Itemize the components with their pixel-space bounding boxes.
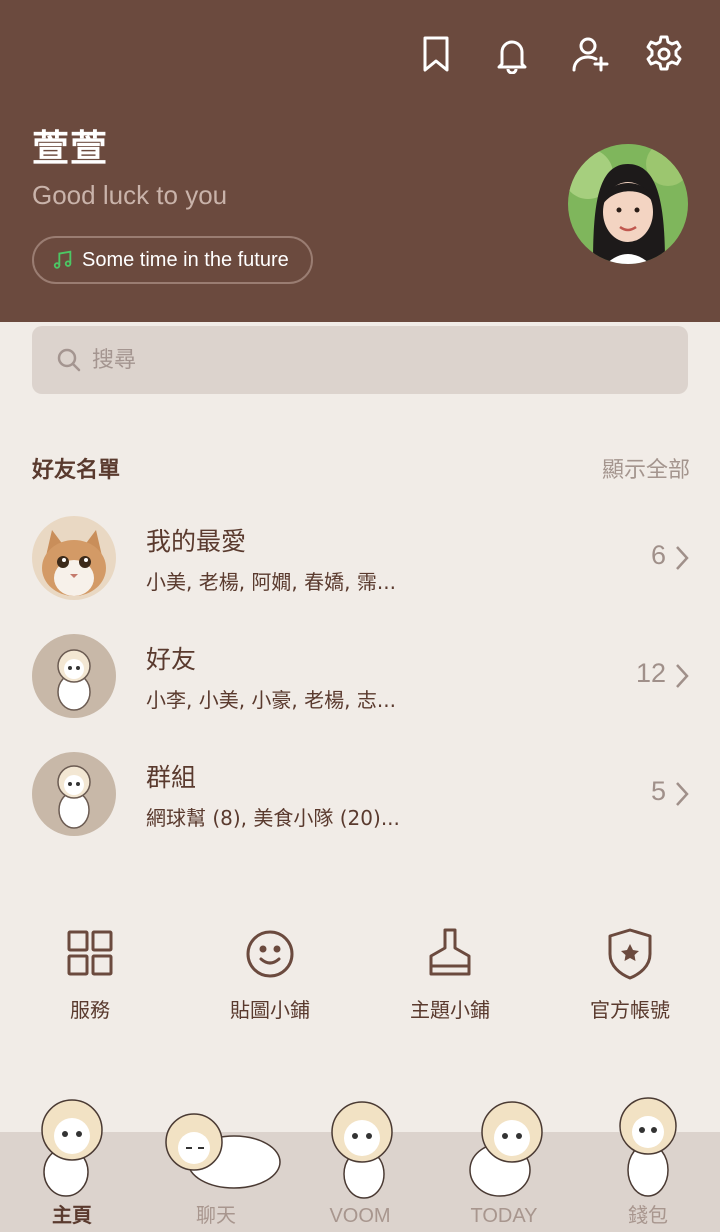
tab-label: 錢包 [628,1205,668,1227]
profile-name[interactable]: 萱萱 [32,118,108,172]
shortcut-sticker-shop[interactable]: 貼圖小鋪 [180,924,360,1023]
row-subtitle: 小李, 小美, 小豪, 老楊, 志... [146,688,396,712]
friend-list-title: 好友名單 [32,458,121,483]
profile-header: 萱萱 Good luck to you Some time in the fut… [0,0,720,322]
profile-music-button[interactable]: Some time in the future [32,236,313,284]
cat-voom-icon [331,1101,393,1199]
row-count: 12 [635,658,666,688]
search-bar[interactable] [32,326,688,394]
music-title: Some time in the future [82,248,289,271]
smiley-icon [246,930,294,978]
grid-icon [67,930,113,976]
tab-chats[interactable]: 聊天 [144,1090,288,1232]
groups-thumbnail [32,752,116,836]
chevron-right-icon [676,782,689,806]
profile-avatar[interactable] [568,144,688,264]
row-title: 好友 [146,645,197,674]
chevron-right-icon [676,546,689,570]
friends-thumbnail [32,634,116,718]
shortcut-label: 官方帳號 [590,998,670,1022]
cat-today-icon [469,1101,543,1197]
shortcut-label: 貼圖小鋪 [230,998,310,1022]
cat-chats-icon [165,1113,281,1189]
tab-label: VOOM [329,1205,391,1227]
tab-home[interactable]: 主頁 [0,1090,144,1232]
cat-wallet-icon [619,1097,677,1197]
row-title: 我的最愛 [146,527,247,556]
add-friend-icon[interactable] [566,30,614,78]
show-all-link[interactable]: 顯示全部 [602,452,690,484]
bell-icon[interactable] [488,30,536,78]
row-count: 6 [650,540,666,570]
tab-today[interactable]: TODAY [432,1090,576,1232]
tab-label: 主頁 [52,1205,92,1227]
bookmark-icon[interactable] [412,30,460,78]
search-icon [57,348,81,372]
tab-wallet[interactable]: 錢包 [576,1090,720,1232]
shortcut-theme-shop[interactable]: 主題小鋪 [360,924,540,1023]
row-subtitle: 小美, 老楊, 阿嫺, 春嬌, 霈... [146,570,396,594]
cat-home-icon [41,1099,103,1197]
list-item-favorites[interactable]: 我的最愛 小美, 老楊, 阿嫺, 春嬌, 霈... 6 [0,516,720,616]
shortcut-label: 主題小鋪 [410,998,490,1022]
tab-label: TODAY [470,1205,538,1227]
row-count: 5 [650,776,666,806]
shortcut-services[interactable]: 服務 [0,924,180,1023]
chevron-right-icon [676,664,689,688]
brush-icon [429,928,471,976]
list-item-groups[interactable]: 群組 網球幫 (8), 美食小隊 (20)... 5 [0,752,720,852]
shield-star-icon [608,928,652,980]
tab-voom[interactable]: VOOM [288,1090,432,1232]
shortcut-label: 服務 [70,998,110,1022]
status-message[interactable]: Good luck to you [32,180,227,211]
search-input[interactable] [92,347,652,373]
row-subtitle: 網球幫 (8), 美食小隊 (20)... [146,806,400,830]
list-item-friends[interactable]: 好友 小李, 小美, 小豪, 老楊, 志... 12 [0,634,720,734]
favorites-thumbnail [32,516,116,600]
settings-icon[interactable] [640,30,688,78]
row-title: 群組 [146,763,197,792]
tab-label: 聊天 [196,1205,236,1227]
shortcut-official-accounts[interactable]: 官方帳號 [540,924,720,1023]
music-note-icon [53,250,72,269]
